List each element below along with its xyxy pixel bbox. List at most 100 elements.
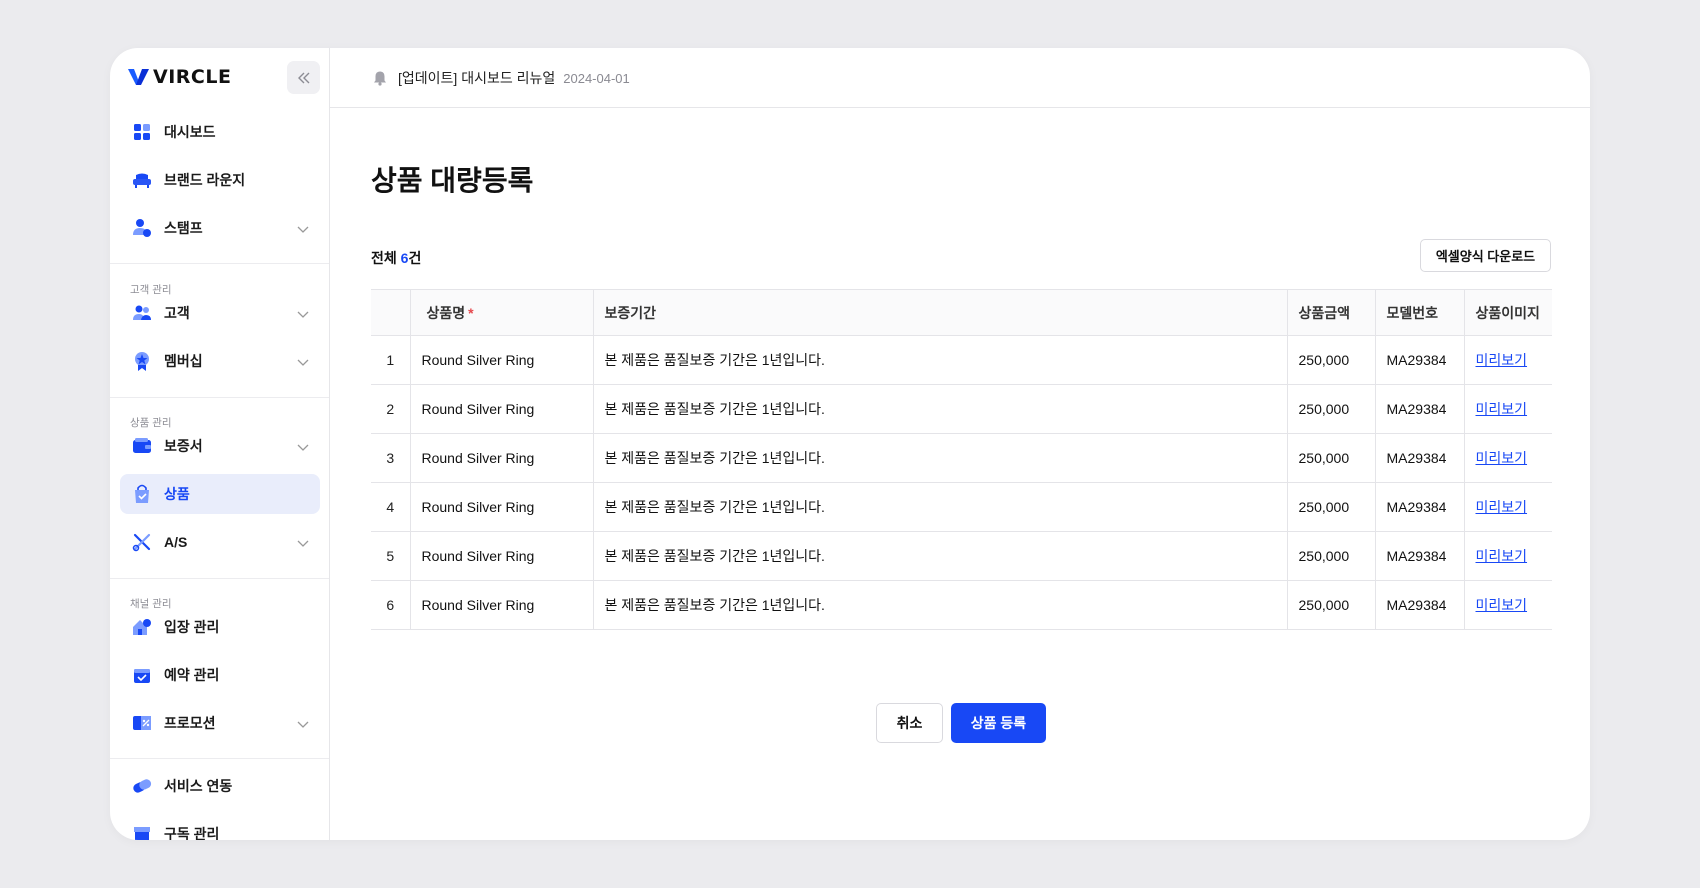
- sidebar-item-label: A/S: [164, 534, 188, 550]
- preview-link[interactable]: 미리보기: [1476, 597, 1528, 613]
- sidebar-item-service-integration[interactable]: 서비스 연동: [120, 766, 320, 806]
- store-icon: [132, 824, 152, 840]
- sidebar-item-label: 프로모션: [164, 715, 216, 731]
- top-bar: [업데이트] 대시보드 리뉴얼 2024-04-01: [330, 48, 1590, 108]
- sidebar-divider: [110, 578, 329, 579]
- price-cell: 250,000: [1286, 433, 1375, 483]
- coupon-icon: [132, 713, 152, 733]
- sidebar-item-warranty[interactable]: 보증서: [120, 426, 320, 466]
- sidebar-item-product[interactable]: 상품: [120, 474, 320, 514]
- row-index: 1: [371, 335, 410, 385]
- app-window: VIRCLE 대시보드 브랜드 라운지 스탬프 고객 관리 고객 멤버십 상품 …: [110, 48, 1590, 840]
- notice-date: 2024-04-01: [563, 70, 630, 86]
- sidebar-item-label: 상품: [164, 486, 190, 502]
- sidebar-item-label: 브랜드 라운지: [164, 172, 246, 188]
- model-cell: MA29384: [1374, 482, 1464, 532]
- row-index: 5: [371, 531, 410, 581]
- table-header-row: 상품명 * 보증기간 상품금액 모델번호 상품이미지: [371, 289, 1552, 336]
- sidebar-item-as[interactable]: A/S: [120, 522, 320, 562]
- collapse-sidebar-button[interactable]: [287, 61, 320, 94]
- table-row: 5 Round Silver Ring 본 제품은 품질보증 기간은 1년입니다…: [371, 531, 1552, 581]
- row-index: 4: [371, 482, 410, 532]
- model-cell: MA29384: [1374, 531, 1464, 581]
- membership-badge-icon: [132, 351, 152, 371]
- chevron-down-icon: [297, 359, 309, 366]
- shopping-bag-icon: [132, 484, 152, 504]
- sidebar-item-membership[interactable]: 멤버십: [120, 341, 320, 381]
- price-cell: 250,000: [1286, 384, 1375, 434]
- sidebar-item-label: 입장 관리: [164, 619, 220, 635]
- product-name-cell: Round Silver Ring: [409, 531, 593, 581]
- cancel-button[interactable]: 취소: [876, 703, 943, 743]
- sidebar-item-label: 대시보드: [164, 124, 216, 140]
- warranty-cell: 본 제품은 품질보증 기간은 1년입니다.: [592, 384, 1287, 434]
- model-cell: MA29384: [1374, 433, 1464, 483]
- sidebar-item-subscription[interactable]: 구독 관리: [120, 814, 320, 840]
- sidebar-item-reservation[interactable]: 예약 관리: [120, 655, 320, 695]
- table-row: 4 Round Silver Ring 본 제품은 품질보증 기간은 1년입니다…: [371, 482, 1552, 532]
- warranty-cell: 본 제품은 품질보증 기간은 1년입니다.: [592, 335, 1287, 385]
- product-name-cell: Round Silver Ring: [409, 335, 593, 385]
- chevron-down-icon: [297, 444, 309, 451]
- warranty-cell: 본 제품은 품질보증 기간은 1년입니다.: [592, 482, 1287, 532]
- wallet-icon: [132, 436, 152, 456]
- sidebar-item-customer[interactable]: 고객: [120, 293, 320, 333]
- product-table: 상품명 * 보증기간 상품금액 모델번호 상품이미지 1 Round Silver…: [371, 289, 1552, 630]
- product-name-cell: Round Silver Ring: [409, 482, 593, 532]
- sofa-icon: [132, 170, 152, 190]
- page-title: 상품 대량등록: [371, 165, 534, 196]
- preview-link[interactable]: 미리보기: [1476, 548, 1528, 564]
- price-cell: 250,000: [1286, 335, 1375, 385]
- sidebar-item-entrance[interactable]: 입장 관리: [120, 607, 320, 647]
- preview-link[interactable]: 미리보기: [1476, 499, 1528, 515]
- image-cell: 미리보기: [1463, 531, 1552, 581]
- preview-link[interactable]: 미리보기: [1476, 401, 1528, 417]
- product-name-cell: Round Silver Ring: [409, 433, 593, 483]
- column-header-price: 상품금액: [1286, 289, 1375, 336]
- main-content: 상품 대량등록 전체 6건 엑셀양식 다운로드 상품명 * 보증기간 상품금액 모…: [330, 109, 1590, 840]
- dashboard-icon: [132, 122, 152, 142]
- row-index: 2: [371, 384, 410, 434]
- sidebar-item-promotion[interactable]: 프로모션: [120, 703, 320, 743]
- column-header-label: 상품명: [426, 304, 466, 321]
- product-name-cell: Round Silver Ring: [409, 580, 593, 630]
- chevron-down-icon: [297, 311, 309, 318]
- image-cell: 미리보기: [1463, 482, 1552, 532]
- sidebar-item-label: 예약 관리: [164, 667, 220, 683]
- warranty-cell: 본 제품은 품질보증 기간은 1년입니다.: [592, 433, 1287, 483]
- notice-banner[interactable]: [업데이트] 대시보드 리뉴얼 2024-04-01: [372, 68, 630, 88]
- column-header-image: 상품이미지: [1463, 289, 1552, 336]
- users-icon: [132, 303, 152, 323]
- column-header-model: 모델번호: [1374, 289, 1464, 336]
- image-cell: 미리보기: [1463, 335, 1552, 385]
- vircle-logo-icon: [128, 69, 149, 85]
- register-product-button[interactable]: 상품 등록: [951, 703, 1046, 743]
- model-cell: MA29384: [1374, 580, 1464, 630]
- sidebar-item-label: 서비스 연동: [164, 778, 233, 794]
- excel-template-download-button[interactable]: 엑셀양식 다운로드: [1420, 239, 1551, 272]
- model-cell: MA29384: [1374, 335, 1464, 385]
- chevron-down-icon: [297, 226, 309, 233]
- sidebar: VIRCLE 대시보드 브랜드 라운지 스탬프 고객 관리 고객 멤버십 상품 …: [110, 48, 330, 840]
- sidebar-item-brand-lounge[interactable]: 브랜드 라운지: [120, 160, 320, 200]
- chevron-down-icon: [297, 721, 309, 728]
- price-cell: 250,000: [1286, 482, 1375, 532]
- column-header-product-name: 상품명 *: [409, 289, 593, 336]
- brand-logo[interactable]: VIRCLE: [128, 66, 231, 88]
- product-name-cell: Round Silver Ring: [409, 384, 593, 434]
- sidebar-item-stamp[interactable]: 스탬프: [120, 208, 320, 248]
- preview-link[interactable]: 미리보기: [1476, 352, 1528, 368]
- sidebar-item-label: 멤버십: [164, 353, 203, 369]
- brand-name: VIRCLE: [153, 66, 232, 88]
- price-cell: 250,000: [1286, 580, 1375, 630]
- sidebar-item-dashboard[interactable]: 대시보드: [120, 112, 320, 152]
- row-index: 3: [371, 433, 410, 483]
- image-cell: 미리보기: [1463, 384, 1552, 434]
- warranty-cell: 본 제품은 품질보증 기간은 1년입니다.: [592, 531, 1287, 581]
- link-pill-icon: [132, 776, 152, 796]
- preview-link[interactable]: 미리보기: [1476, 450, 1528, 466]
- house-icon: [132, 617, 152, 637]
- row-index: 6: [371, 580, 410, 630]
- sidebar-divider: [110, 263, 329, 264]
- column-header-index: [371, 289, 410, 336]
